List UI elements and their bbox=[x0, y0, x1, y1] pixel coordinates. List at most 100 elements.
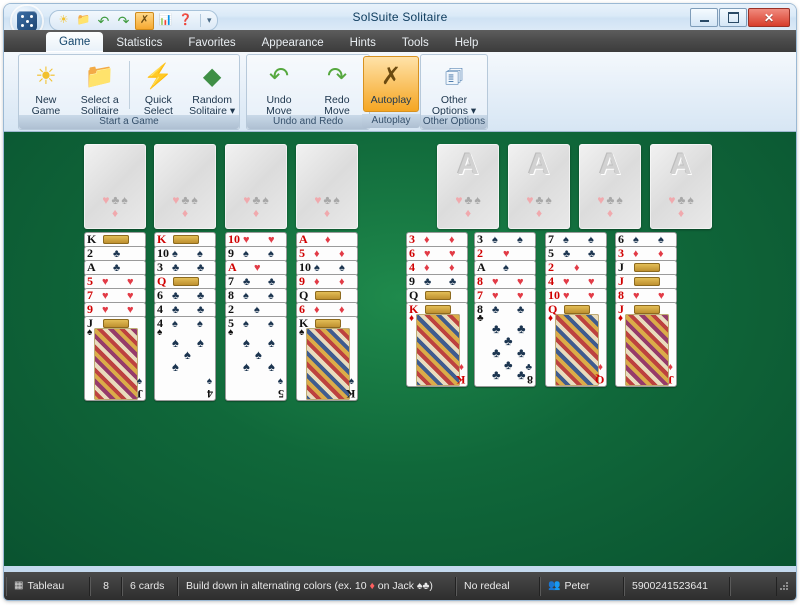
tab-game[interactable]: Game bbox=[46, 32, 104, 52]
qat-help-icon[interactable]: ❓ bbox=[177, 13, 194, 29]
card-J-spades[interactable]: J ♠ J ♠ bbox=[84, 316, 146, 401]
undo-move-button[interactable]: ↶ Undo Move bbox=[250, 57, 308, 117]
foundation-2[interactable]: A ♥ ♣ ♠ ♦ bbox=[508, 144, 570, 229]
qat-autoplay-icon[interactable]: ✗ bbox=[135, 11, 154, 30]
card-pip: ♣ bbox=[172, 290, 180, 302]
crown-icon bbox=[173, 235, 199, 244]
card-corner: 4 bbox=[409, 261, 415, 273]
crown-icon bbox=[634, 305, 660, 314]
close-icon: ✕ bbox=[763, 10, 775, 25]
card-pip: ♠ bbox=[243, 290, 249, 302]
tableau-column-7[interactable]: 7 ♠ ♠ 5 ♣ ♣ 2 ♦ 4 ♥ ♥ 10 ♥ ♥ Q ♦ Q ♦ bbox=[545, 232, 607, 387]
qat-overflow-icon[interactable]: ▾ bbox=[207, 15, 212, 26]
card-5-spades[interactable]: 5 ♠ ♠ ♠ ♠ ♠ ♠ ♠ ♠ 5 ♠ bbox=[225, 316, 287, 401]
suit-diamond-icon: ♦ bbox=[252, 206, 260, 220]
card-pip: ♦ bbox=[314, 248, 320, 260]
card-pip: ♦ bbox=[325, 234, 331, 246]
tableau-column-6[interactable]: 3 ♠ ♠ 2 ♥ A ♠ 8 ♥ ♥ 7 ♥ ♥ 8 ♣ ♣ ♣ ♣ ♣ ♣ ♣ ♣ ♣ ♣ ♣ 8 ♣ bbox=[474, 232, 536, 387]
card-pip: ♠ bbox=[339, 262, 345, 274]
quick-select-button[interactable]: ⚡ Quick Select bbox=[131, 57, 185, 117]
tableau-column-1[interactable]: K 2 ♣ A ♣ 5 ♥ ♥ 7 ♥ ♥ 9 ♥ ♥ J ♠ J ♠ bbox=[84, 232, 146, 401]
card-corner: 4 bbox=[157, 303, 163, 315]
tableau-column-3[interactable]: 10 ♥ ♥ 9 ♠ ♠ A ♥ 7 ♣ ♣ 8 ♠ ♠ 2 ♠ 5 ♠ ♠ ♠ ♠ ♠ ♠ ♠ ♠ 5 ♠ bbox=[225, 232, 287, 401]
card-rank: 4 bbox=[157, 302, 163, 316]
maximize-button[interactable] bbox=[719, 8, 747, 27]
suit-diamond-icon: ♦ bbox=[606, 206, 614, 220]
maximize-icon bbox=[727, 12, 739, 23]
resize-grip[interactable] bbox=[777, 579, 791, 593]
card-pip: ♥ bbox=[492, 276, 499, 288]
new-game-button[interactable]: ☀ New Game bbox=[19, 57, 73, 117]
qat-redo-icon[interactable]: ↷ bbox=[115, 13, 132, 29]
tableau-column-4[interactable]: A ♦ 5 ♦ ♦ 10 ♠ ♠ 9 ♦ ♦ Q 6 ♦ ♦ K ♠ K ♠ bbox=[296, 232, 358, 401]
random-solitaire-button[interactable]: ◆ Random Solitaire ▾ bbox=[185, 57, 239, 117]
foundation-4[interactable]: A ♥ ♣ ♠ ♦ bbox=[650, 144, 712, 229]
foundation-ace-label: A bbox=[599, 148, 621, 181]
card-rank: 2 bbox=[228, 302, 234, 316]
tab-favorites[interactable]: Favorites bbox=[175, 33, 248, 52]
card-rank: 2 bbox=[87, 246, 93, 260]
free-cell-4[interactable]: ♥ ♣ ♠ ♦ bbox=[296, 144, 358, 229]
foundation-ace-label: A bbox=[670, 148, 692, 181]
card-suit-icon-bottom: ♦ bbox=[458, 362, 464, 373]
card-pip: ♠ bbox=[563, 234, 569, 246]
redo-move-button[interactable]: ↷ Redo Move bbox=[308, 57, 366, 117]
ribbon-group-start-a-game: ☀ New Game 📁 Select a Solitaire ⚡ Quick Sel… bbox=[18, 54, 240, 130]
card-corner: 7 bbox=[477, 289, 483, 301]
suit-diamond-icon: ♦ bbox=[677, 206, 685, 220]
qat-new-game-icon[interactable]: ☀ bbox=[55, 13, 72, 29]
minimize-button[interactable] bbox=[690, 8, 718, 27]
foundation-1[interactable]: A ♥ ♣ ♠ ♦ bbox=[437, 144, 499, 229]
card-pip: ♥ bbox=[254, 262, 261, 274]
select-solitaire-button[interactable]: 📁 Select a Solitaire bbox=[73, 57, 127, 117]
status-bar: ▦ Tableau 8 6 cards Build down in altern… bbox=[4, 572, 796, 600]
card-8-clubs[interactable]: 8 ♣ ♣ ♣ ♣ ♣ ♣ ♣ ♣ ♣ ♣ ♣ 8 ♣ bbox=[474, 302, 536, 387]
card-pip: ♣ bbox=[197, 262, 205, 274]
suit-hint-group: ♥ ♣ ♠ ♦ bbox=[100, 194, 130, 219]
card-corner: 6 bbox=[409, 247, 415, 259]
card-rank: 5 bbox=[548, 246, 554, 260]
close-button[interactable]: ✕ bbox=[748, 8, 790, 27]
foundation-ace-label: A bbox=[457, 148, 479, 181]
autoplay-button[interactable]: ✗ Autoplay bbox=[363, 56, 419, 112]
tab-help[interactable]: Help bbox=[442, 33, 492, 52]
free-cell-3[interactable]: ♥ ♣ ♠ ♦ bbox=[225, 144, 287, 229]
suit-club-icon: ♣ bbox=[111, 193, 120, 207]
free-cell-1[interactable]: ♥ ♣ ♠ ♦ bbox=[84, 144, 146, 229]
card-corner: J ♦ bbox=[618, 303, 624, 325]
card-corner: A bbox=[228, 261, 237, 273]
card-rank: 9 bbox=[409, 274, 415, 288]
card-K-spades[interactable]: K ♠ K ♠ bbox=[296, 316, 358, 401]
qat-undo-icon[interactable]: ↶ bbox=[95, 13, 112, 29]
suit-heart-icon: ♥ bbox=[243, 193, 251, 207]
foundation-3[interactable]: A ♥ ♣ ♠ ♦ bbox=[579, 144, 641, 229]
card-rank: 10 bbox=[228, 232, 240, 246]
card-pip: ♠ bbox=[492, 234, 498, 246]
crown-icon bbox=[103, 235, 129, 244]
card-Q-diamonds[interactable]: Q ♦ Q ♦ bbox=[545, 302, 607, 387]
suit-diamond-icon: ♦ bbox=[111, 206, 119, 220]
card-rank: 4 bbox=[409, 260, 415, 274]
tab-statistics[interactable]: Statistics bbox=[103, 33, 175, 52]
qat-statistics-icon[interactable]: 📊 bbox=[157, 13, 174, 29]
tableau-column-5[interactable]: 3 ♦ ♦ 6 ♥ ♥ 4 ♦ ♦ 9 ♣ ♣ Q K ♦ K ♦ bbox=[406, 232, 468, 387]
free-cell-2[interactable]: ♥ ♣ ♠ ♦ bbox=[154, 144, 216, 229]
card-pip: ♠ bbox=[255, 347, 262, 362]
card-corner: 4 ♠ bbox=[157, 317, 163, 339]
tab-hints[interactable]: Hints bbox=[337, 33, 389, 52]
card-suit-icon-bottom: ♣ bbox=[525, 362, 532, 373]
card-suit-icon-bottom: ♠ bbox=[206, 376, 212, 387]
tableau-column-8[interactable]: 6 ♠ ♠ 3 ♦ ♦ J J 8 ♥ ♥ J ♦ J ♦ bbox=[615, 232, 677, 387]
other-options-button[interactable]: 🗊 Other Options ▾ bbox=[422, 57, 486, 117]
card-pip: ♥ bbox=[424, 248, 431, 260]
card-rank: J bbox=[618, 260, 624, 274]
card-K-diamonds[interactable]: K ♦ K ♦ bbox=[406, 302, 468, 387]
tableau-column-2[interactable]: K 10 ♠ ♠ 3 ♣ ♣ Q 6 ♣ ♣ 4 ♣ ♣ 4 ♠ ♠ ♠ ♠ ♠ ♠ ♠ 4 ♠ bbox=[154, 232, 216, 401]
tab-appearance[interactable]: Appearance bbox=[249, 33, 337, 52]
card-4-spades[interactable]: 4 ♠ ♠ ♠ ♠ ♠ ♠ ♠ 4 ♠ bbox=[154, 316, 216, 401]
qat-select-solitaire-icon[interactable]: 📁 bbox=[75, 13, 92, 29]
card-J-diamonds[interactable]: J ♦ J ♦ bbox=[615, 302, 677, 387]
tab-tools[interactable]: Tools bbox=[389, 33, 442, 52]
suit-hint-group: ♥ ♣ ♠ ♦ bbox=[524, 194, 554, 219]
status-game-number: 5900241523641 bbox=[624, 576, 730, 596]
